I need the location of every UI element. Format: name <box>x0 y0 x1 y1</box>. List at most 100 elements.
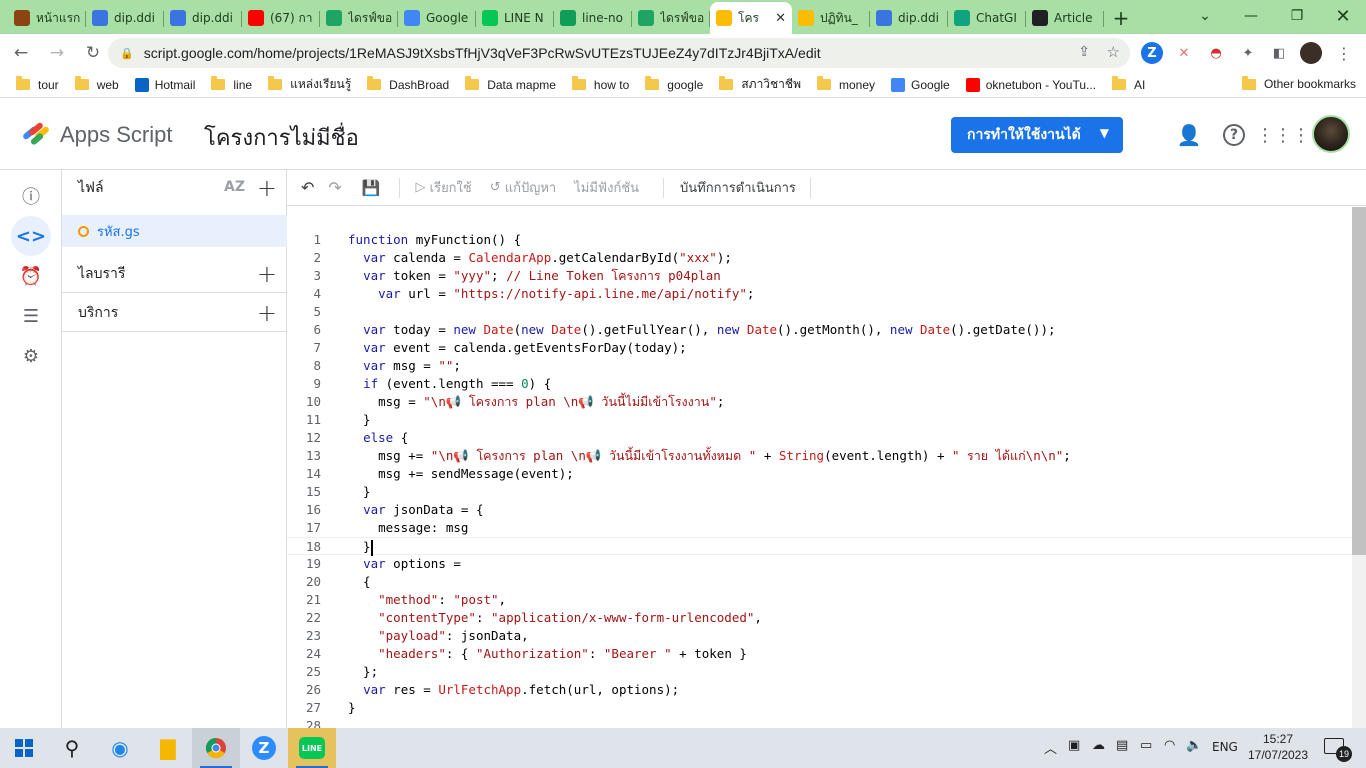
bookmark-item[interactable]: web <box>74 76 119 92</box>
editor-toolbar: ↶ ↷ 💾 ▷ เรียกใช้ ↺ แก้ปัญหา ไม่มีฟังก์ชั… <box>287 170 1366 206</box>
browser-tab[interactable]: dip.ddi <box>86 2 164 34</box>
bookmark-item[interactable]: google <box>645 76 703 92</box>
file-explorer-icon[interactable]: ▇ <box>144 728 192 768</box>
other-bookmarks[interactable]: Other bookmarks <box>1241 75 1356 91</box>
triggers-clock-icon[interactable]: ⏰ <box>11 256 51 296</box>
overview-info-icon[interactable]: ⓘ <box>11 176 51 216</box>
debug-button[interactable]: ↺ แก้ปัญหา <box>490 177 556 198</box>
zoom-extension-icon[interactable]: Z <box>1141 42 1163 64</box>
apps-grid-icon[interactable]: ⋮⋮⋮ <box>1256 122 1310 148</box>
browser-tab[interactable]: ไดรฟ์ของ <box>320 2 398 34</box>
bookmark-item[interactable]: oknetubon - YouTu... <box>965 77 1096 92</box>
bookmark-item[interactable]: DashBroad <box>367 76 449 92</box>
code-text: var res = UrlFetchApp.fetch(url, options… <box>363 682 680 697</box>
browser-tab[interactable]: Article <box>1026 2 1104 34</box>
restore-button[interactable]: ❐ <box>1274 0 1320 32</box>
deploy-button[interactable]: การทำให้ใช้งานได้ ▼ <box>951 117 1123 153</box>
bookmark-item[interactable]: money <box>816 76 875 92</box>
minimize-button[interactable]: — <box>1228 0 1274 32</box>
volume-icon[interactable]: 🔈 <box>1186 738 1202 753</box>
executions-list-icon[interactable]: ☰ <box>11 296 51 336</box>
file-item-code-gs[interactable]: รหัส.gs <box>62 215 287 247</box>
bookmark-item[interactable]: Google <box>891 77 950 92</box>
save-icon[interactable]: 💾 <box>362 179 381 197</box>
browser-tab[interactable]: ปฏิทิน_ <box>792 2 870 34</box>
new-tab-button[interactable]: + <box>1104 2 1138 34</box>
system-clock[interactable]: 15:27 17/07/2023 <box>1246 731 1310 763</box>
editor-scrollbar[interactable] <box>1352 207 1366 728</box>
line-number: 15 <box>305 484 321 499</box>
undo-icon[interactable]: ↶ <box>301 178 314 197</box>
execution-log-button[interactable]: บันทึกการดำเนินการ <box>680 177 796 198</box>
search-icon[interactable]: ⚲ <box>48 728 96 768</box>
account-avatar[interactable] <box>1312 115 1350 153</box>
menu-kebab-icon[interactable]: ⋮ <box>1333 42 1355 64</box>
browser-tab[interactable]: ไดรฟ์ของ <box>632 2 710 34</box>
add-file-plus-icon[interactable]: + <box>257 174 277 202</box>
scrollbar-thumb[interactable] <box>1352 207 1366 555</box>
bookmark-item[interactable]: Hotmail <box>134 77 195 92</box>
add-library-plus-icon[interactable]: + <box>257 260 277 288</box>
bookmark-item[interactable]: Data mapme <box>465 76 556 92</box>
browser-tab[interactable]: (67) กา <box>242 2 320 34</box>
chrome-icon[interactable] <box>192 728 240 768</box>
close-tab-icon[interactable]: ✕ <box>775 11 786 26</box>
settings-gear-icon[interactable]: ⚙ <box>11 336 51 376</box>
code-line: 11 } <box>287 411 1352 429</box>
zoom-app-icon[interactable]: Z <box>240 728 288 768</box>
battery-icon[interactable]: ▭ <box>1140 738 1152 753</box>
bookmark-item[interactable]: AI <box>1112 76 1145 92</box>
bookmark-star-icon[interactable]: ☆ <box>1107 43 1120 61</box>
wifi-icon[interactable]: ◠ <box>1164 738 1175 753</box>
address-bar[interactable]: 🔒 script.google.com/home/projects/1ReMAS… <box>108 38 1130 68</box>
bookmark-item[interactable]: สภาวิชาชีพ <box>719 75 801 94</box>
run-button[interactable]: ▷ เรียกใช้ <box>416 177 472 198</box>
pokeball-extension-icon[interactable]: ◓ <box>1205 42 1227 64</box>
browser-tab[interactable]: LINE N <box>476 2 554 34</box>
puzzle-extensions-icon[interactable]: ✦ <box>1237 42 1259 64</box>
tab-search-icon[interactable]: ⌄ <box>1182 0 1228 32</box>
bookmark-item[interactable]: แหล่งเรียนรู้ <box>268 75 351 94</box>
add-service-plus-icon[interactable]: + <box>257 299 277 327</box>
function-select[interactable]: ไม่มีฟังก์ชัน <box>574 177 639 198</box>
bookmark-item[interactable]: line <box>211 76 252 92</box>
project-title[interactable]: โครงการไม่มีชื่อ <box>204 120 359 155</box>
help-icon[interactable]: ? <box>1223 124 1245 146</box>
tray-chevron-icon[interactable]: ︿ <box>1044 738 1057 757</box>
folder-icon <box>268 76 283 90</box>
browser-tab[interactable]: หน้าแรก <box>8 2 86 34</box>
redo-icon[interactable]: ↷ <box>328 178 341 197</box>
forward-button[interactable]: → <box>42 38 72 68</box>
code-line: 17 message: msg <box>287 519 1352 537</box>
browser-tab[interactable]: ChatGI <box>948 2 1026 34</box>
browser-tab[interactable]: dip.ddi <box>164 2 242 34</box>
code-text: function myFunction() { <box>348 232 522 247</box>
editor-code-icon[interactable]: <> <box>11 216 51 256</box>
code-editor[interactable]: 1 function myFunction() {2 var calenda = … <box>287 207 1352 728</box>
sort-az-icon[interactable]: AZ <box>224 179 245 195</box>
folder-icon <box>719 76 734 90</box>
profile-avatar[interactable] <box>1300 42 1322 64</box>
bookmark-item[interactable]: how to <box>571 76 629 92</box>
bow-extension-icon[interactable]: ✕ <box>1173 42 1195 64</box>
browser-tab[interactable]: Google <box>398 2 476 34</box>
line-app-icon[interactable]: LINE <box>288 728 336 768</box>
meet-icon[interactable]: ▣ <box>1068 738 1080 753</box>
edge-icon[interactable]: ◉ <box>96 728 144 768</box>
line-number: 13 <box>305 448 321 463</box>
back-button[interactable]: ← <box>6 38 36 68</box>
code-line: 26 var res = UrlFetchApp.fetch(url, opti… <box>287 681 1352 699</box>
side-panel-icon[interactable]: ◧ <box>1268 42 1290 64</box>
share-icon[interactable]: ⇪ <box>1078 43 1090 60</box>
browser-tab[interactable]: line-no <box>554 2 632 34</box>
close-window-button[interactable]: ✕ <box>1320 0 1366 32</box>
onedrive-icon[interactable]: ☁ <box>1092 738 1105 753</box>
tray-app-icon[interactable]: ▤ <box>1116 738 1128 753</box>
windows-start-icon[interactable] <box>0 728 48 768</box>
bookmark-item[interactable]: tour <box>16 76 59 92</box>
reload-button[interactable]: ↻ <box>78 38 108 68</box>
share-user-icon[interactable]: 👤 <box>1176 122 1202 148</box>
language-indicator[interactable]: ENG <box>1212 740 1238 754</box>
browser-tab[interactable]: dip.ddi <box>870 2 948 34</box>
browser-tab[interactable]: โคร ✕ <box>710 2 792 34</box>
